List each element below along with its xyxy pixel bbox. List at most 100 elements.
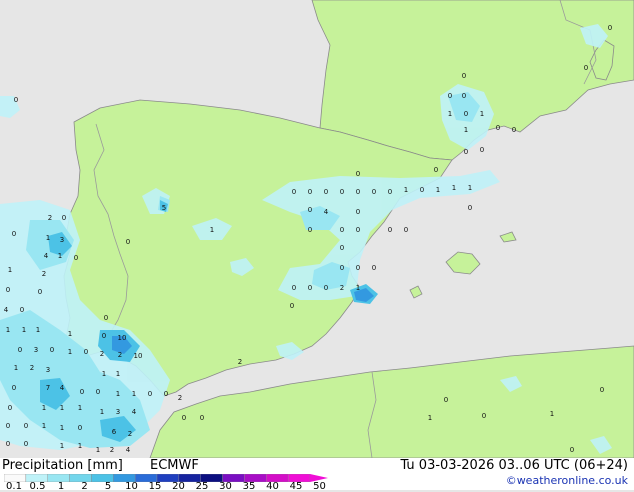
svg-text:0: 0 xyxy=(340,264,344,272)
svg-text:0: 0 xyxy=(388,188,392,196)
scale-tick-label: 5 xyxy=(104,481,112,492)
svg-text:0: 0 xyxy=(600,386,604,394)
svg-text:1: 1 xyxy=(42,404,46,412)
svg-text:0: 0 xyxy=(164,390,168,398)
svg-text:0: 0 xyxy=(12,230,16,238)
svg-text:1: 1 xyxy=(22,326,26,334)
svg-text:0: 0 xyxy=(388,226,392,234)
svg-text:4: 4 xyxy=(132,408,137,416)
svg-text:0: 0 xyxy=(148,390,152,398)
svg-text:1: 1 xyxy=(210,226,214,234)
svg-text:1: 1 xyxy=(102,370,106,378)
svg-text:1: 1 xyxy=(428,414,432,422)
svg-text:0: 0 xyxy=(512,126,516,134)
svg-text:0: 0 xyxy=(104,314,108,322)
svg-text:0: 0 xyxy=(324,188,328,196)
svg-text:0: 0 xyxy=(308,226,312,234)
svg-text:0: 0 xyxy=(372,264,376,272)
svg-text:4: 4 xyxy=(126,446,131,454)
scale-tick-label: 1 xyxy=(57,481,65,492)
svg-text:1: 1 xyxy=(42,422,46,430)
svg-text:0: 0 xyxy=(18,346,22,354)
svg-text:0: 0 xyxy=(356,170,360,178)
svg-text:0: 0 xyxy=(464,110,468,118)
svg-text:5: 5 xyxy=(162,204,166,212)
scale-tick-label: 50 xyxy=(313,481,326,492)
svg-text:0: 0 xyxy=(62,214,66,222)
svg-text:0: 0 xyxy=(496,124,500,132)
valid-time: Tu 03-03-2026 03..06 UTC (06+24) xyxy=(400,458,628,473)
svg-text:2: 2 xyxy=(128,430,132,438)
svg-text:0: 0 xyxy=(50,346,54,354)
svg-text:0: 0 xyxy=(340,226,344,234)
svg-text:1: 1 xyxy=(436,186,440,194)
svg-text:0: 0 xyxy=(462,72,466,80)
svg-text:0: 0 xyxy=(20,306,24,314)
svg-text:1: 1 xyxy=(404,186,408,194)
svg-text:0: 0 xyxy=(608,24,612,32)
svg-text:3: 3 xyxy=(34,346,38,354)
svg-text:1: 1 xyxy=(78,442,82,450)
svg-text:1: 1 xyxy=(116,390,120,398)
scale-tick-label: 40 xyxy=(266,481,279,492)
svg-text:0: 0 xyxy=(340,244,344,252)
svg-text:1: 1 xyxy=(550,410,554,418)
svg-text:0: 0 xyxy=(126,238,130,246)
svg-text:0: 0 xyxy=(356,264,360,272)
svg-text:0: 0 xyxy=(462,92,466,100)
svg-text:0: 0 xyxy=(6,286,10,294)
svg-text:0: 0 xyxy=(78,424,82,432)
footer: Precipitation [mm] ECMWF Tu 03-03-2026 0… xyxy=(0,458,634,492)
svg-text:0: 0 xyxy=(14,96,18,104)
svg-text:2: 2 xyxy=(238,358,242,366)
svg-text:1: 1 xyxy=(6,326,10,334)
svg-text:0: 0 xyxy=(38,288,42,296)
svg-text:1: 1 xyxy=(60,442,64,450)
svg-text:7: 7 xyxy=(46,384,50,392)
svg-text:1: 1 xyxy=(132,390,136,398)
svg-text:4: 4 xyxy=(60,384,65,392)
svg-text:1: 1 xyxy=(36,326,40,334)
scale-tick-label: 10 xyxy=(125,481,138,492)
svg-text:10: 10 xyxy=(118,334,127,342)
svg-text:0: 0 xyxy=(80,388,84,396)
svg-text:0: 0 xyxy=(12,384,16,392)
svg-text:1: 1 xyxy=(448,110,452,118)
svg-text:0: 0 xyxy=(74,254,78,262)
scale-tick-label: 20 xyxy=(172,481,185,492)
svg-text:0: 0 xyxy=(480,146,484,154)
svg-text:0: 0 xyxy=(444,396,448,404)
scale-tick-label: 15 xyxy=(148,481,162,492)
svg-text:1: 1 xyxy=(14,364,18,372)
svg-text:0: 0 xyxy=(356,208,360,216)
svg-text:0: 0 xyxy=(308,188,312,196)
scale-tick-label: 0.1 xyxy=(6,481,22,492)
svg-text:1: 1 xyxy=(468,184,472,192)
svg-text:0: 0 xyxy=(308,206,312,214)
svg-text:10: 10 xyxy=(134,352,143,360)
svg-text:0: 0 xyxy=(482,412,486,420)
svg-text:1: 1 xyxy=(100,408,104,416)
svg-text:2: 2 xyxy=(118,351,122,359)
svg-text:0: 0 xyxy=(6,440,10,448)
svg-text:0: 0 xyxy=(570,446,574,454)
svg-text:1: 1 xyxy=(78,404,82,412)
scale-tick-label: 2 xyxy=(81,481,88,492)
svg-text:0: 0 xyxy=(448,92,452,100)
scale-tick-label: 0.5 xyxy=(29,481,46,492)
svg-text:3: 3 xyxy=(60,236,64,244)
svg-text:0: 0 xyxy=(340,188,344,196)
scale-tick-label: 35 xyxy=(242,481,256,492)
svg-text:1: 1 xyxy=(58,252,62,260)
svg-text:1: 1 xyxy=(68,348,72,356)
svg-text:4: 4 xyxy=(324,208,329,216)
svg-text:2: 2 xyxy=(30,364,34,372)
svg-text:0: 0 xyxy=(404,226,408,234)
svg-text:1: 1 xyxy=(116,370,120,378)
svg-text:0: 0 xyxy=(420,186,424,194)
svg-text:4: 4 xyxy=(4,306,9,314)
credit-link[interactable]: ©weatheronline.co.uk xyxy=(506,474,628,487)
svg-text:0: 0 xyxy=(356,226,360,234)
svg-text:2: 2 xyxy=(178,394,182,402)
svg-text:0: 0 xyxy=(290,302,294,310)
